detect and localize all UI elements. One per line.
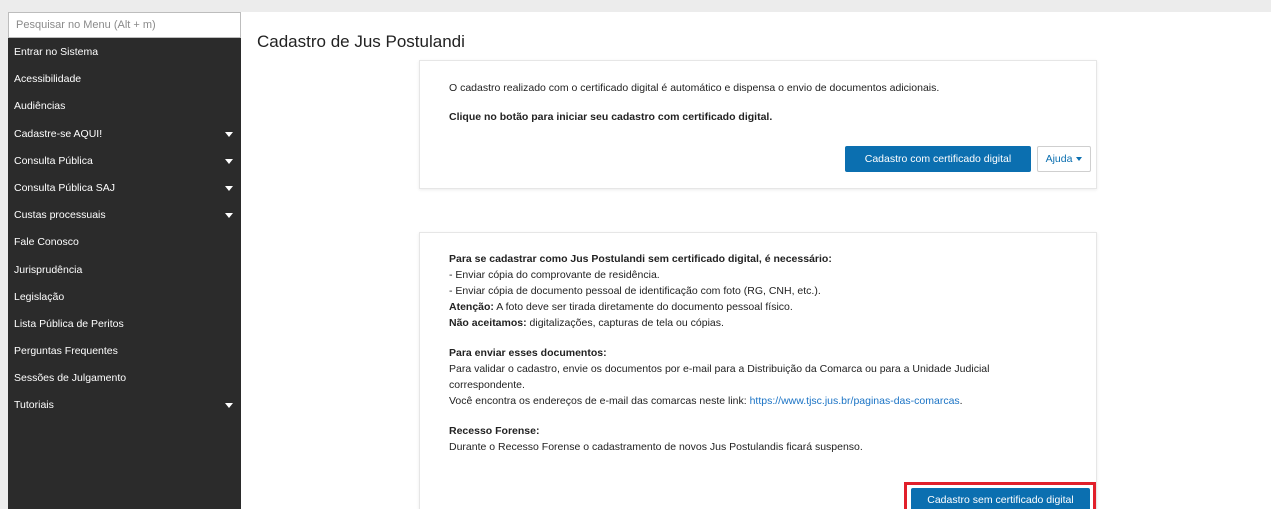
send-link-period: . [959,395,963,407]
sidebar-item-label: Consulta Pública [14,154,93,167]
sidebar-item-label: Lista Pública de Peritos [14,317,124,330]
menu-search-input[interactable] [8,12,241,38]
recess-text: Durante o Recesso Forense o cadastrament… [449,441,863,453]
sidebar-item-perguntas-frequentes[interactable]: Perguntas Frequentes [8,338,241,365]
chevron-down-icon [225,213,233,219]
help-dropdown-button[interactable]: Ajuda [1037,146,1091,172]
card-certificate: O cadastro realizado com o certificado d… [419,60,1097,189]
left-gutter [0,0,8,509]
certificate-info-text: O cadastro realizado com o certificado d… [449,82,940,94]
sidebar-item-label: Consulta Pública SAJ [14,181,115,194]
sidebar-item-label: Acessibilidade [14,73,82,86]
sidebar-item-label: Fale Conosco [14,236,79,249]
main-content: Cadastro de Jus Postulandi O cadastro re… [241,12,1271,509]
sidebar: Entrar no Sistema Acessibilidade Audiência… [8,12,241,509]
no-certificate-signup-button[interactable]: Cadastro sem certificado digital [911,488,1090,509]
sidebar-item-cadastre-se-aqui[interactable]: Cadastre-se AQUI! [8,121,241,148]
sidebar-item-fale-conosco[interactable]: Fale Conosco [8,229,241,256]
requirement-residence: - Enviar cópia do comprovante de residên… [449,269,660,281]
requirements-heading: Para se cadastrar como Jus Postulandi se… [449,253,832,265]
page-title: Cadastro de Jus Postulandi [257,32,465,51]
sidebar-item-consulta-publica-saj[interactable]: Consulta Pública SAJ [8,175,241,202]
comarcas-link[interactable]: https://www.tjsc.jus.br/paginas-das-coma… [750,395,960,407]
send-instructions-line2: correspondente. [449,379,525,391]
certificate-cta-text: Clique no botão para iniciar seu cadastr… [449,111,773,123]
send-instructions-line1: Para validar o cadastro, envie os docume… [449,363,990,375]
certificate-signup-button[interactable]: Cadastro com certificado digital [845,146,1031,172]
not-accepted-text: digitalizações, capturas de tela ou cópi… [526,317,724,329]
sidebar-item-jurisprudencia[interactable]: Jurisprudência [8,257,241,284]
sidebar-item-label: Perguntas Frequentes [14,345,118,358]
send-instructions-line3: Você encontra os endereços de e-mail das… [449,394,963,409]
sidebar-item-label: Jurisprudência [14,263,83,276]
send-link-intro: Você encontra os endereços de e-mail das… [449,395,750,407]
sidebar-item-label: Custas processuais [14,209,106,222]
chevron-down-icon [225,403,233,409]
chevron-down-icon [225,131,233,137]
sidebar-item-label: Cadastre-se AQUI! [14,127,103,140]
recess-heading: Recesso Forense: [449,425,540,437]
attention-label: Atenção: [449,301,494,313]
sidebar-item-label: Sessões de Julgamento [14,372,127,385]
sidebar-item-label: Tutoriais [14,399,54,412]
sidebar-item-label: Audiências [14,100,66,113]
sidebar-item-consulta-publica[interactable]: Consulta Pública [8,148,241,175]
attention-note: Atenção: A foto deve ser tirada diretame… [449,300,793,315]
not-accepted-note: Não aceitamos: digitalizações, capturas … [449,316,724,331]
chevron-down-icon [1076,157,1083,162]
sidebar-item-lista-publica-de-peritos[interactable]: Lista Pública de Peritos [8,311,241,338]
not-accepted-label: Não aceitamos: [449,317,527,329]
attention-text: A foto deve ser tirada diretamente do do… [493,301,793,313]
sidebar-item-custas-processuais[interactable]: Custas processuais [8,202,241,229]
sidebar-item-sessoes-de-julgamento[interactable]: Sessões de Julgamento [8,365,241,392]
chevron-down-icon [225,158,233,164]
sidebar-item-acessibilidade[interactable]: Acessibilidade [8,66,241,93]
sidebar-item-entrar-no-sistema[interactable]: Entrar no Sistema [8,39,241,66]
send-documents-heading: Para enviar esses documentos: [449,347,607,359]
sidebar-item-label: Entrar no Sistema [14,46,99,58]
sidebar-item-legislacao[interactable]: Legislação [8,284,241,311]
help-button-label: Ajuda [1045,153,1073,165]
requirement-id-document: - Enviar cópia de documento pessoal de i… [449,285,821,297]
card-no-certificate: Para se cadastrar como Jus Postulandi se… [419,232,1097,509]
chevron-down-icon [225,185,233,191]
sidebar-item-audiencias[interactable]: Audiências [8,93,241,120]
top-strip [0,0,1271,12]
sidebar-menu: Entrar no Sistema Acessibilidade Audiência… [8,39,241,420]
sidebar-item-label: Legislação [14,290,65,303]
sidebar-item-tutoriais[interactable]: Tutoriais [8,392,241,419]
